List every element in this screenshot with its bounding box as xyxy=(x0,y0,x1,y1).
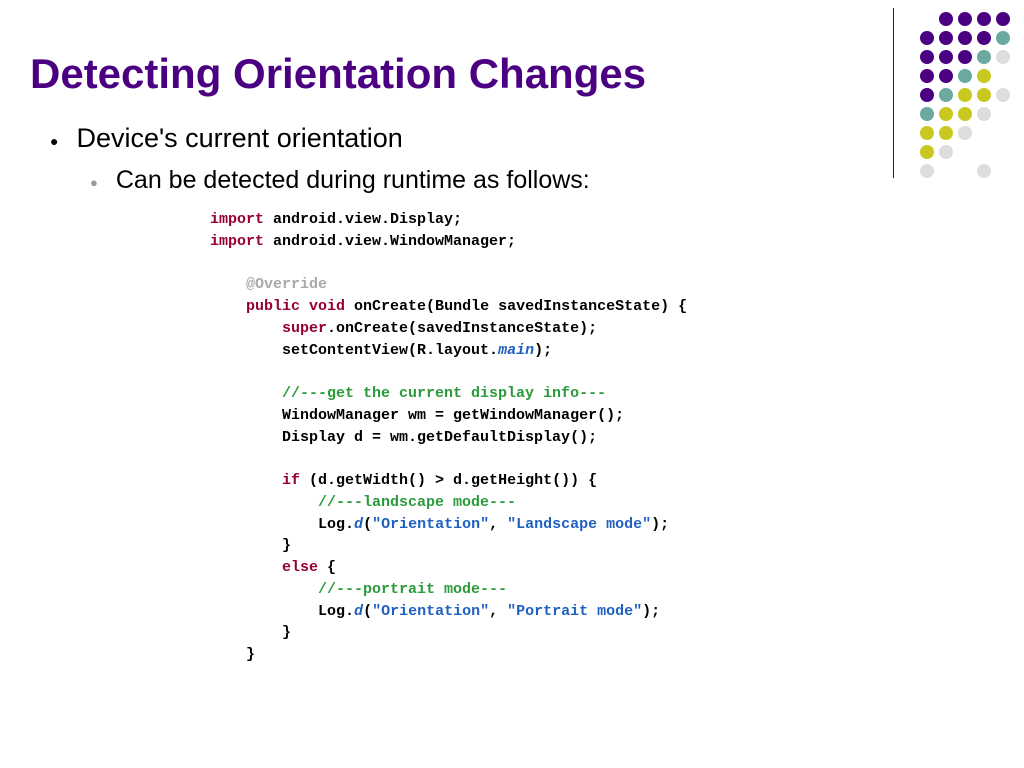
code-static: d xyxy=(354,516,363,533)
pattern-dot xyxy=(920,126,934,140)
pattern-dot xyxy=(977,88,991,102)
code-annotation: @Override xyxy=(246,276,327,293)
decorative-line xyxy=(893,8,894,178)
code-field: main xyxy=(498,342,534,359)
bullet-main: Device's current orientation xyxy=(50,123,994,154)
code-text: ); xyxy=(534,342,552,359)
code-keyword: super xyxy=(282,320,327,337)
code-comment: //---get the current display info--- xyxy=(282,385,606,402)
code-string: "Landscape mode" xyxy=(507,516,651,533)
pattern-dot xyxy=(958,88,972,102)
code-text: .onCreate(savedInstanceState); xyxy=(327,320,597,337)
pattern-dot xyxy=(939,88,953,102)
pattern-dot xyxy=(920,145,934,159)
code-keyword: void xyxy=(300,298,345,315)
code-comment: //---portrait mode--- xyxy=(318,581,507,598)
pattern-dot xyxy=(920,69,934,83)
code-keyword: else xyxy=(282,559,318,576)
pattern-dot xyxy=(996,50,1010,64)
pattern-dot xyxy=(939,145,953,159)
pattern-dot xyxy=(958,145,972,159)
code-string: "Orientation" xyxy=(372,603,489,620)
pattern-dot xyxy=(977,164,991,178)
pattern-dot xyxy=(939,69,953,83)
code-text: ( xyxy=(363,516,372,533)
code-keyword: import xyxy=(210,233,264,250)
pattern-dot xyxy=(996,164,1010,178)
pattern-dot xyxy=(920,50,934,64)
code-text: onCreate(Bundle savedInstanceState) { xyxy=(345,298,687,315)
pattern-dot xyxy=(996,69,1010,83)
pattern-dot xyxy=(958,12,972,26)
code-text: ); xyxy=(651,516,669,533)
pattern-dot xyxy=(977,183,991,197)
pattern-dot xyxy=(996,12,1010,26)
pattern-dot xyxy=(977,107,991,121)
pattern-dot xyxy=(996,31,1010,45)
pattern-dot xyxy=(996,88,1010,102)
code-text: } xyxy=(246,646,255,663)
pattern-dot xyxy=(939,126,953,140)
code-text: WindowManager wm = getWindowManager(); xyxy=(282,407,624,424)
pattern-dot xyxy=(958,50,972,64)
pattern-dot xyxy=(958,164,972,178)
pattern-dot xyxy=(920,88,934,102)
bullet-text: Can be detected during runtime as follow… xyxy=(116,166,590,195)
code-text: android.view.Display; xyxy=(264,211,462,228)
code-keyword: if xyxy=(282,472,300,489)
code-string: "Portrait mode" xyxy=(507,603,642,620)
code-static: d xyxy=(354,603,363,620)
pattern-dot xyxy=(977,126,991,140)
pattern-dot xyxy=(977,69,991,83)
pattern-dot xyxy=(958,183,972,197)
code-text: , xyxy=(489,516,507,533)
code-text: , xyxy=(489,603,507,620)
pattern-dot xyxy=(920,164,934,178)
code-keyword: import xyxy=(210,211,264,228)
pattern-dot xyxy=(977,31,991,45)
code-text: { xyxy=(318,559,336,576)
pattern-dot xyxy=(920,183,934,197)
pattern-dot xyxy=(996,126,1010,140)
pattern-dot xyxy=(939,107,953,121)
decorative-dot-pattern xyxy=(920,12,1012,199)
pattern-dot xyxy=(920,31,934,45)
pattern-dot xyxy=(920,12,934,26)
code-text: (d.getWidth() > d.getHeight()) { xyxy=(300,472,597,489)
code-text: ); xyxy=(642,603,660,620)
pattern-dot xyxy=(939,12,953,26)
pattern-dot xyxy=(977,12,991,26)
pattern-dot xyxy=(996,107,1010,121)
pattern-dot xyxy=(977,50,991,64)
pattern-dot xyxy=(996,145,1010,159)
code-keyword: public xyxy=(246,298,300,315)
bullet-list: Device's current orientation Can be dete… xyxy=(30,123,994,195)
bullet-sub: Can be detected during runtime as follow… xyxy=(90,166,994,195)
code-text: Display d = wm.getDefaultDisplay(); xyxy=(282,429,597,446)
pattern-dot xyxy=(920,107,934,121)
code-comment: //---landscape mode--- xyxy=(318,494,516,511)
pattern-dot xyxy=(939,50,953,64)
code-string: "Orientation" xyxy=(372,516,489,533)
code-text: Log. xyxy=(318,603,354,620)
pattern-dot xyxy=(939,164,953,178)
code-text: setContentView(R.layout. xyxy=(282,342,498,359)
code-text: } xyxy=(282,537,291,554)
code-text: Log. xyxy=(318,516,354,533)
pattern-dot xyxy=(996,183,1010,197)
bullet-text: Device's current orientation xyxy=(76,123,402,154)
pattern-dot xyxy=(958,31,972,45)
code-text: ( xyxy=(363,603,372,620)
code-block: import android.view.Display; import andr… xyxy=(210,209,994,666)
pattern-dot xyxy=(958,107,972,121)
code-text: } xyxy=(282,624,291,641)
pattern-dot xyxy=(939,31,953,45)
slide-title: Detecting Orientation Changes xyxy=(30,50,994,98)
slide: Detecting Orientation Changes Device's c… xyxy=(0,0,1024,686)
code-text: android.view.WindowManager; xyxy=(264,233,516,250)
pattern-dot xyxy=(958,69,972,83)
pattern-dot xyxy=(939,183,953,197)
pattern-dot xyxy=(958,126,972,140)
pattern-dot xyxy=(977,145,991,159)
